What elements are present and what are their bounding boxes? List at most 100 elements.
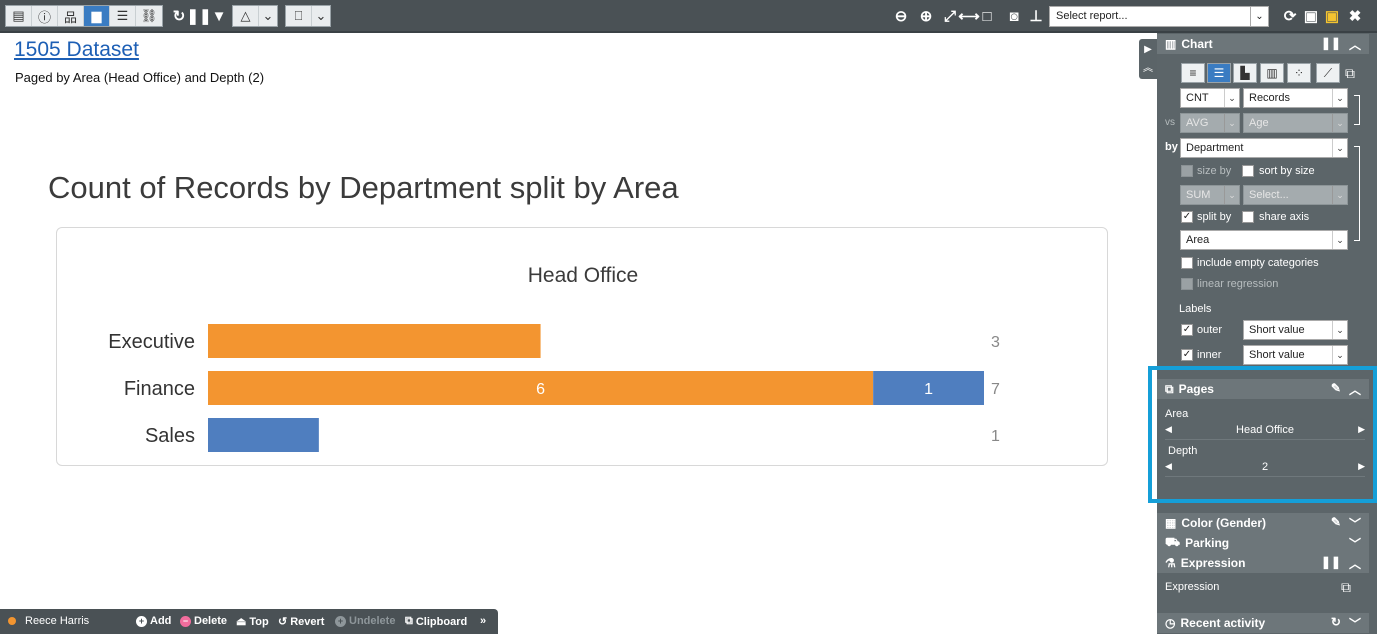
close-icon[interactable]: ✖ <box>1346 6 1364 26</box>
refresh-icon[interactable]: ↻ <box>170 6 188 26</box>
split-field-select[interactable]: Area ⌄ <box>1180 230 1348 250</box>
list-icon[interactable]: ☰ <box>110 6 136 26</box>
pause-icon[interactable]: ❚❚ <box>1321 555 1341 572</box>
info-icon[interactable]: ⓘ <box>32 6 58 26</box>
chevron-down-icon[interactable]: ﹀ <box>1349 535 1361 552</box>
save-icon[interactable]: ▣ <box>1323 6 1341 26</box>
outer-label: outer <box>1197 324 1223 336</box>
bar-segment <box>208 324 541 358</box>
save-as-icon[interactable]: ▣ <box>1302 6 1320 26</box>
inner-label-select[interactable]: Short value ⌄ <box>1243 345 1348 365</box>
expression-label: Expression <box>1165 581 1220 593</box>
share-axis-label: share axis <box>1259 211 1310 223</box>
delete-label: Delete <box>194 615 228 627</box>
outer-label-select[interactable]: Short value ⌄ <box>1243 320 1348 340</box>
chevron-down-icon: ⌄ <box>1332 114 1347 132</box>
caret-left-icon[interactable]: ◀ <box>1165 461 1172 472</box>
column-stacked-icon[interactable]: ▥ <box>1260 63 1284 83</box>
pencil-icon[interactable]: ✎ <box>1331 381 1341 398</box>
dataset-link[interactable]: 1505 Dataset <box>14 38 139 62</box>
expression-section-header[interactable]: ⚗ Expression ❚❚ ︿ <box>1157 553 1369 573</box>
delta-icon[interactable]: △ <box>233 6 259 26</box>
plus-icon: + <box>335 615 346 627</box>
clipboard-button[interactable]: ⧉ Clipboard <box>405 615 467 628</box>
bar-stacked-icon[interactable]: ☰ <box>1207 63 1231 83</box>
chart-section-header[interactable]: ▥ Chart ❚❚ ︿ <box>1157 34 1369 54</box>
caret-right-icon[interactable]: ▶ <box>1358 461 1365 472</box>
by-field-select[interactable]: Department ⌄ <box>1180 138 1348 158</box>
depth-page-value: 2 <box>1261 461 1269 473</box>
chevron-down-icon: ⌄ <box>1332 321 1347 339</box>
filter-icon[interactable]: ▼ <box>210 6 228 26</box>
bar-total-label: 7 <box>991 381 1000 398</box>
scatter-icon[interactable]: ⁘ <box>1287 63 1311 83</box>
revert-button[interactable]: ↺ Revert <box>278 615 324 629</box>
chevron-down-icon[interactable]: ﹀ <box>1349 515 1361 532</box>
link-icon[interactable]: ⛓ <box>136 6 162 26</box>
split-by-checkbox[interactable]: ✓ <box>1181 211 1193 223</box>
bar-horizontal-icon[interactable]: ≡ <box>1181 63 1205 83</box>
top-button[interactable]: ⏏ Top <box>236 615 269 629</box>
chart-title: Count of Records by Department split by … <box>48 170 679 205</box>
chevron-up-icon[interactable]: ︿ <box>1349 36 1361 53</box>
bookmark-dropdown-icon[interactable]: ⌄ <box>312 6 330 26</box>
width-icon[interactable]: ⟷ <box>958 6 980 26</box>
report-select[interactable]: Select report... ⌄ <box>1049 6 1269 27</box>
table-view-icon[interactable]: ▤ <box>6 6 32 26</box>
add-button[interactable]: + Add <box>136 615 171 627</box>
pin-icon[interactable]: ⊥ <box>1027 6 1045 26</box>
copy-icon[interactable]: ⧉ <box>1345 65 1355 82</box>
size-by-checkbox[interactable] <box>1181 165 1193 177</box>
parking-section-header[interactable]: ⛟ Parking ﹀ <box>1157 533 1369 553</box>
zoom-out-icon[interactable]: ⊖ <box>892 6 910 26</box>
top-toolbar: ▤ ⓘ 品 ▆ ☰ ⛓ ↻ ❚❚ ▼ △ ⌄ ⎕ ⌄ ⊖ ⊕ ⤢ ⟷ □ ◙ ⊥… <box>0 0 1377 33</box>
chevron-up-icon[interactable]: ︿ <box>1349 381 1361 398</box>
delta-dropdown-icon[interactable]: ⌄ <box>259 6 277 26</box>
size-func-select[interactable]: SUM ⌄ <box>1180 185 1240 205</box>
undelete-button[interactable]: + Undelete <box>335 615 395 627</box>
chevron-down-icon[interactable]: ﹀ <box>1349 615 1361 632</box>
caret-left-icon[interactable]: ◀ <box>1165 424 1172 435</box>
pause-icon[interactable]: ❚❚ <box>1321 36 1341 53</box>
share-axis-checkbox[interactable] <box>1242 211 1254 223</box>
swap-bracket[interactable] <box>1354 146 1360 241</box>
column-icon[interactable]: ▙ <box>1233 63 1257 83</box>
recent-activity-section-header[interactable]: ◷ Recent activity ↻ ﹀ <box>1157 613 1369 633</box>
bar-inner-label: 1 <box>924 381 933 398</box>
pencil-icon[interactable]: ✎ <box>1331 515 1341 532</box>
delete-button[interactable]: − Delete <box>180 615 227 627</box>
sync-icon[interactable]: ⟳ <box>1281 6 1299 26</box>
chevron-down-icon: ⌄ <box>1332 186 1347 204</box>
window-icon[interactable]: □ <box>978 6 996 26</box>
camera-icon[interactable]: ◙ <box>1005 6 1023 26</box>
sidebar-toggle[interactable]: ▶ ︽ <box>1139 39 1157 79</box>
more-button[interactable]: » <box>480 615 486 627</box>
swap-bracket[interactable] <box>1354 95 1360 125</box>
color-section-header[interactable]: ▦ Color (Gender) ✎ ﹀ <box>1157 513 1369 533</box>
bar-chart-icon[interactable]: ▆ <box>84 6 110 26</box>
copy-icon[interactable]: ⧉ <box>1341 579 1351 596</box>
user-item[interactable]: Reece Harris <box>8 615 89 627</box>
linear-regression-checkbox[interactable] <box>1181 278 1193 290</box>
include-empty-checkbox[interactable] <box>1181 257 1193 269</box>
measure-func-select[interactable]: CNT ⌄ <box>1180 88 1240 108</box>
pause-icon[interactable]: ❚❚ <box>186 6 211 26</box>
zoom-in-icon[interactable]: ⊕ <box>917 6 935 26</box>
sort-by-size-checkbox[interactable] <box>1242 165 1254 177</box>
size-field-select[interactable]: Select... ⌄ <box>1243 185 1348 205</box>
chevron-up-icon[interactable]: ︿ <box>1349 555 1361 572</box>
caret-right-icon[interactable]: ▶ <box>1358 424 1365 435</box>
bookmark-icon[interactable]: ⎕ <box>286 6 312 26</box>
more-label: » <box>480 615 487 627</box>
pages-section-header[interactable]: ⧉ Pages ✎ ︿ <box>1157 379 1369 399</box>
grid-icon: ▦ <box>1165 516 1177 530</box>
expand-icon[interactable]: ⤢ <box>941 6 959 26</box>
vs-field-select[interactable]: Age ⌄ <box>1243 113 1348 133</box>
hierarchy-icon[interactable]: 品 <box>58 6 84 26</box>
outer-label-checkbox[interactable]: ✓ <box>1181 324 1193 336</box>
refresh-icon[interactable]: ↻ <box>1331 615 1341 632</box>
line-icon[interactable]: ⟋ <box>1316 63 1340 83</box>
vs-func-select[interactable]: AVG ⌄ <box>1180 113 1240 133</box>
inner-label-checkbox[interactable]: ✓ <box>1181 349 1193 361</box>
measure-field-select[interactable]: Records ⌄ <box>1243 88 1348 108</box>
